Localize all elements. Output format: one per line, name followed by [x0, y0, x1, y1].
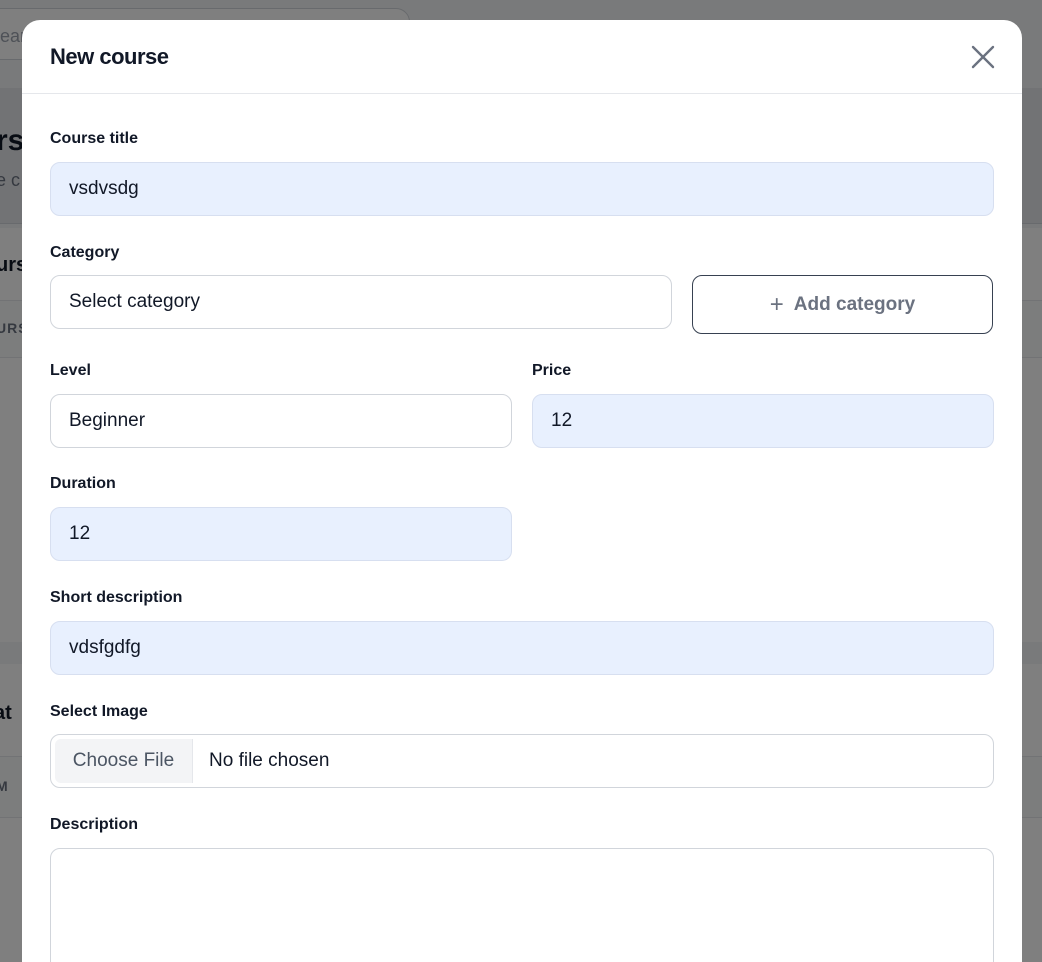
level-select[interactable]: Beginner	[50, 394, 512, 448]
add-category-label: Add category	[793, 293, 916, 315]
new-course-modal: New course Course title vsdvsdg Category…	[22, 20, 1022, 962]
modal-header: New course	[22, 20, 1022, 94]
short-description-value: vdsfgdfg	[69, 637, 141, 658]
close-icon	[971, 45, 995, 69]
description-textarea[interactable]	[50, 848, 994, 962]
category-label: Category	[50, 244, 120, 261]
category-select-value: Select category	[69, 291, 200, 312]
short-description-input[interactable]: vdsfgdfg	[50, 621, 994, 675]
level-label: Level	[50, 362, 91, 379]
course-title-value: vsdvsdg	[69, 178, 139, 199]
price-value: 12	[551, 410, 573, 431]
category-select[interactable]: Select category	[50, 275, 672, 329]
image-file-input[interactable]: Choose File No file chosen	[50, 734, 994, 788]
add-category-button[interactable]: + Add category	[692, 275, 993, 334]
course-title-input[interactable]: vsdvsdg	[50, 162, 994, 216]
duration-label: Duration	[50, 475, 116, 492]
short-description-label: Short description	[50, 589, 183, 606]
level-select-value: Beginner	[69, 410, 146, 431]
price-label: Price	[532, 362, 572, 379]
description-label: Description	[50, 816, 139, 833]
modal-title: New course	[50, 44, 169, 69]
file-status: No file chosen	[209, 750, 330, 771]
close-button[interactable]	[968, 42, 998, 72]
duration-value: 12	[69, 523, 91, 544]
duration-input[interactable]: 12	[50, 507, 512, 561]
price-input[interactable]: 12	[532, 394, 994, 448]
choose-file-button[interactable]: Choose File	[55, 739, 193, 783]
select-image-label: Select Image	[50, 703, 148, 720]
course-title-label: Course title	[50, 130, 139, 147]
plus-icon: +	[769, 290, 784, 318]
